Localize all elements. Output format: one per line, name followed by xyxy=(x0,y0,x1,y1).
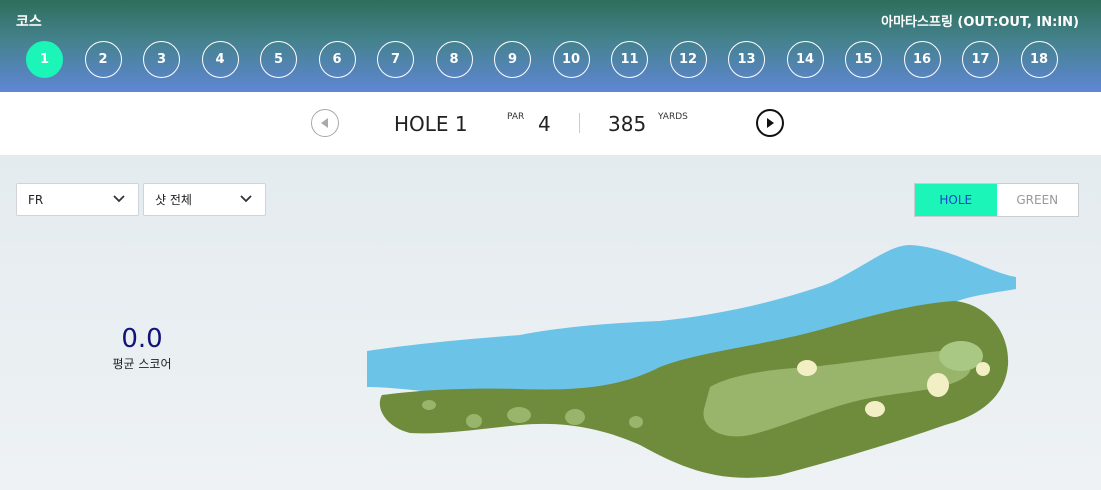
hole-button-17[interactable]: 17 xyxy=(962,41,999,78)
prev-hole-button[interactable] xyxy=(311,109,339,137)
divider xyxy=(579,113,580,133)
hole-button-5[interactable]: 5 xyxy=(260,41,297,78)
bunker xyxy=(797,360,817,376)
hole-selector: 1 2 3 4 5 6 7 8 9 10 11 12 13 14 15 16 17 18 xyxy=(26,41,1079,78)
bunker xyxy=(865,401,885,417)
shot-select[interactable]: 샷 전체 xyxy=(143,183,266,216)
hole-button-18[interactable]: 18 xyxy=(1020,41,1058,78)
hole-button-14[interactable]: 14 xyxy=(786,41,824,78)
yards-value: 385 xyxy=(608,112,647,136)
next-arrow-icon xyxy=(767,118,774,128)
fairway-patch xyxy=(629,416,643,428)
hole-button-1[interactable]: 1 xyxy=(26,41,63,78)
fairway-patch xyxy=(422,400,436,410)
hole-button-7[interactable]: 7 xyxy=(377,41,414,78)
hole-button-11[interactable]: 11 xyxy=(611,41,648,78)
bunker xyxy=(927,373,949,397)
hole-button-16[interactable]: 16 xyxy=(903,41,941,78)
header-title: 코스 xyxy=(16,14,42,30)
prev-arrow-icon xyxy=(321,118,328,128)
par-value: 4 xyxy=(538,112,551,136)
hole-map-area: FR 샷 전체 HOLE GREEN 0.0 평균 스코어 xyxy=(0,155,1101,490)
course-name: 아마타스프링 (OUT:OUT, IN:IN) xyxy=(881,15,1079,30)
avg-score-value: 0.0 xyxy=(121,324,163,354)
hole-button-8[interactable]: 8 xyxy=(435,41,473,78)
hole-button-13[interactable]: 13 xyxy=(728,41,765,78)
hole-button-12[interactable]: 12 xyxy=(669,41,707,78)
view-toggle: HOLE GREEN xyxy=(914,183,1079,217)
bunker xyxy=(976,362,990,376)
green-view-button[interactable]: GREEN xyxy=(996,184,1078,216)
fairway-patch xyxy=(565,409,585,425)
fairway-patch xyxy=(466,414,482,428)
hole-button-9[interactable]: 9 xyxy=(494,41,531,78)
tee-select[interactable]: FR xyxy=(16,183,139,216)
tee-select-value: FR xyxy=(28,192,44,207)
next-hole-button[interactable] xyxy=(756,109,784,137)
hole-view-button[interactable]: HOLE xyxy=(915,184,997,216)
hole-button-3[interactable]: 3 xyxy=(143,41,180,78)
course-header: 코스 아마타스프링 (OUT:OUT, IN:IN) 1 2 3 4 5 6 7 8 9 10 11… xyxy=(0,0,1101,92)
chevron-down-icon xyxy=(113,195,125,203)
hole-info-bar: HOLE 1 PAR 4 385 YARDS xyxy=(0,92,1101,155)
par-label: PAR xyxy=(507,112,525,122)
hole-button-4[interactable]: 4 xyxy=(201,41,239,78)
hole-button-6[interactable]: 6 xyxy=(318,41,356,78)
hole-button-2[interactable]: 2 xyxy=(84,41,122,78)
yards-label: YARDS xyxy=(658,112,688,122)
avg-score-label: 평균 스코어 xyxy=(112,357,172,371)
hole-button-10[interactable]: 10 xyxy=(552,41,590,78)
chevron-down-icon xyxy=(240,195,252,203)
shot-select-value: 샷 전체 xyxy=(155,193,192,207)
fairway-patch xyxy=(507,407,531,423)
hole-button-15[interactable]: 15 xyxy=(845,41,882,78)
green xyxy=(939,341,983,371)
hole-name: HOLE 1 xyxy=(394,112,468,136)
